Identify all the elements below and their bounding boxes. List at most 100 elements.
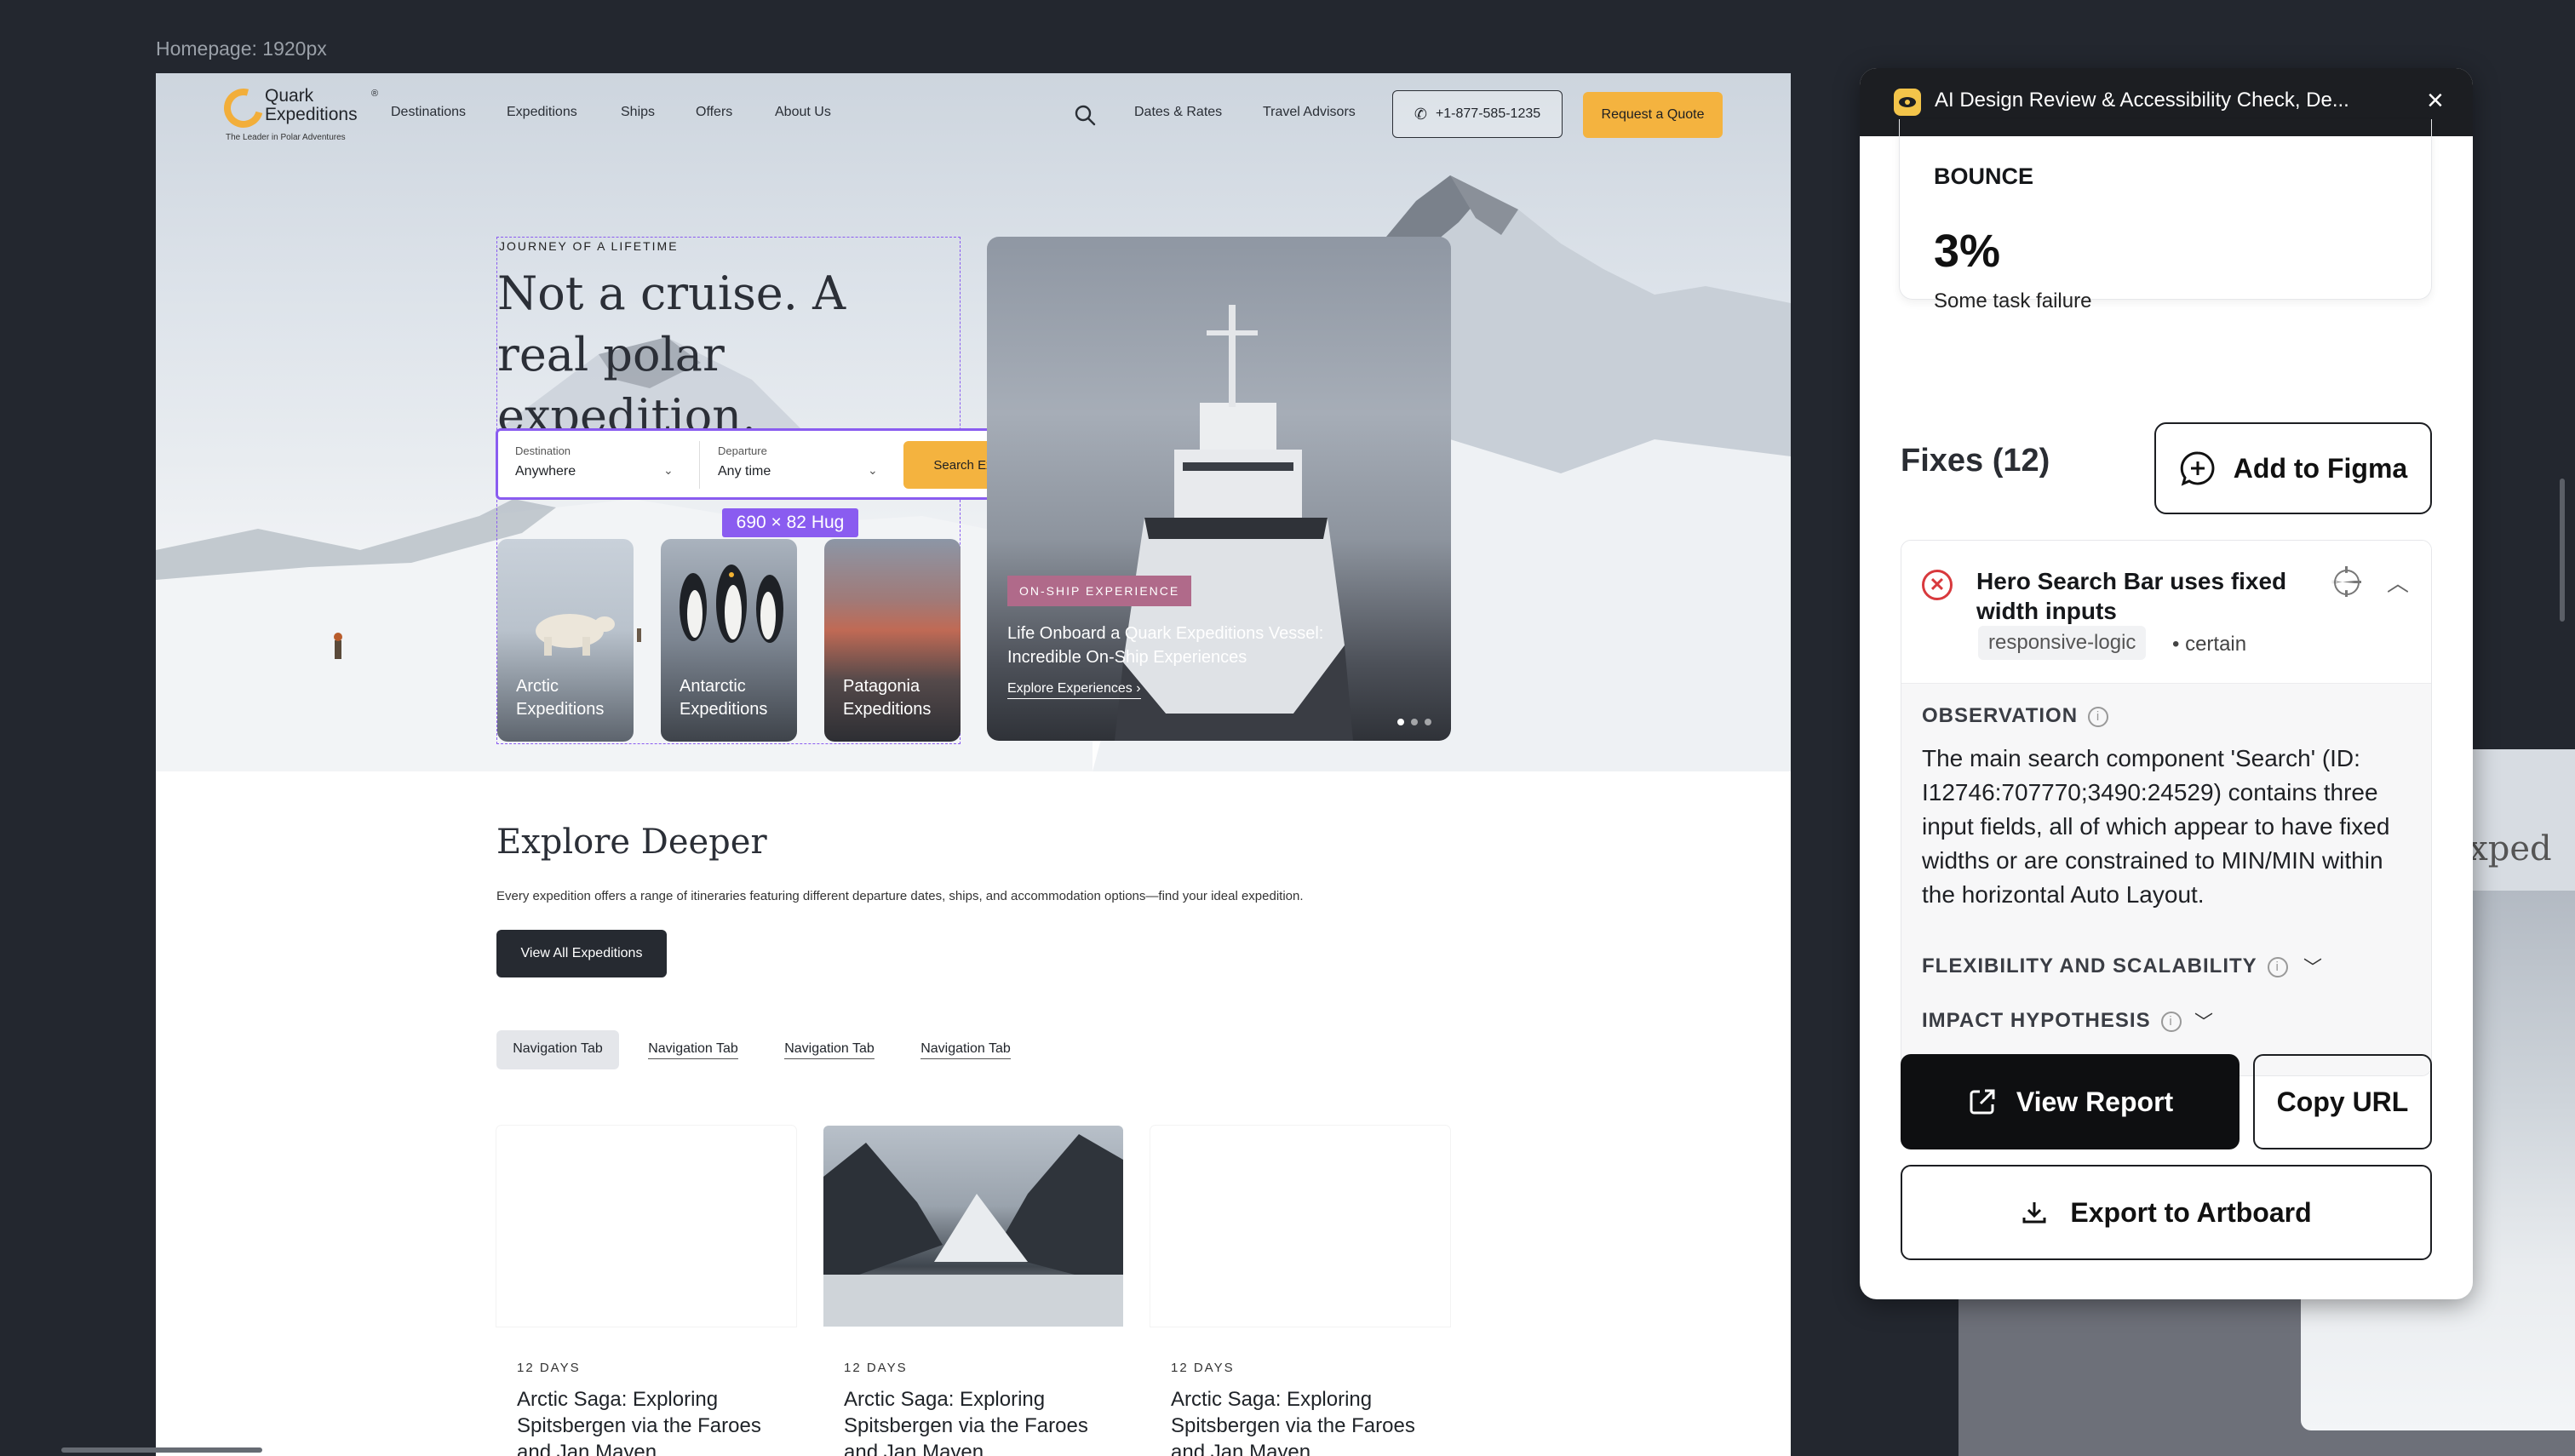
view-report-button[interactable]: View Report bbox=[1901, 1054, 2240, 1149]
carousel-dot[interactable] bbox=[1425, 719, 1431, 725]
explore-title: Explore Deeper bbox=[496, 823, 767, 862]
polar-bear-image bbox=[536, 614, 615, 656]
destination-card-patagonia[interactable]: Patagonia Expeditions bbox=[824, 539, 961, 742]
hero-content-selection: JOURNEY OF A LIFETIME Not a cruise. A re… bbox=[496, 237, 1083, 744]
observation-text: The main search component 'Search' (ID: … bbox=[1922, 745, 2390, 908]
tab-label: Navigation Tab bbox=[920, 1041, 1011, 1059]
panel-title: AI Design Review & Accessibility Check, … bbox=[1935, 89, 2349, 112]
chevron-down-icon[interactable]: ⌄ bbox=[663, 463, 674, 478]
certainty-value: certain bbox=[2185, 633, 2247, 656]
trip-title: Arctic Saga: Exploring Spitsbergen via t… bbox=[844, 1388, 1088, 1456]
add-comment-icon bbox=[2180, 451, 2215, 486]
carousel-dot[interactable] bbox=[1411, 719, 1418, 725]
trip-duration: 12 DAYS bbox=[1171, 1361, 1235, 1375]
copy-url-button[interactable]: Copy URL bbox=[2253, 1054, 2432, 1149]
info-icon[interactable]: i bbox=[2088, 707, 2109, 727]
issue-certainty: • certain bbox=[2172, 633, 2246, 656]
trip-card[interactable]: 12 DAYS Arctic Saga: Exploring Spitsberg… bbox=[1150, 1126, 1450, 1456]
tab-navigation-4[interactable]: Navigation Tab bbox=[910, 1030, 1021, 1069]
site-header: Quark Expeditions ® The Leader in Polar … bbox=[156, 73, 1791, 167]
field-divider bbox=[699, 441, 700, 489]
destination-label: Patagonia Expeditions bbox=[843, 677, 932, 719]
tab-label: Navigation Tab bbox=[513, 1041, 603, 1056]
eye-icon bbox=[1894, 89, 1921, 116]
chevron-up-icon[interactable]: ︿ bbox=[2387, 566, 2409, 598]
hero-eyebrow: JOURNEY OF A LIFETIME bbox=[499, 239, 679, 253]
destination-label: Destination bbox=[515, 444, 571, 457]
trip-title: Arctic Saga: Exploring Spitsbergen via t… bbox=[1171, 1388, 1415, 1456]
nav-expeditions[interactable]: Expeditions bbox=[507, 105, 577, 120]
feature-card[interactable]: ON-SHIP EXPERIENCE Life Onboard a Quark … bbox=[987, 237, 1451, 741]
vertical-scrollbar[interactable] bbox=[2560, 479, 2565, 622]
lake-mountains-image bbox=[823, 1134, 1123, 1327]
tab-label: Navigation Tab bbox=[648, 1041, 738, 1059]
observation-heading: OBSERVATION i bbox=[1922, 704, 2109, 728]
logo-registered-mark: ® bbox=[371, 89, 379, 99]
metric-value: 3% bbox=[1934, 226, 2001, 277]
flexibility-heading[interactable]: FLEXIBILITY AND SCALABILITY i bbox=[1922, 954, 2288, 978]
nav-destinations[interactable]: Destinations bbox=[391, 105, 466, 120]
close-icon[interactable]: × bbox=[2427, 83, 2444, 118]
view-report-label: View Report bbox=[2016, 1086, 2174, 1117]
hero-background-mountains bbox=[156, 175, 1791, 771]
destination-card-antarctic[interactable]: Antarctic Expeditions bbox=[661, 539, 797, 742]
trip-title: Arctic Saga: Exploring Spitsbergen via t… bbox=[517, 1388, 761, 1456]
departure-label: Departure bbox=[718, 444, 767, 457]
download-icon bbox=[2022, 1202, 2046, 1224]
horizontal-scrollbar[interactable] bbox=[61, 1447, 262, 1453]
export-label: Export to Artboard bbox=[2070, 1196, 2312, 1228]
logo-mark-icon bbox=[216, 81, 271, 135]
chevron-right-icon: › bbox=[1136, 681, 1141, 696]
hero-section: Quark Expeditions ® The Leader in Polar … bbox=[156, 73, 1791, 771]
nav-offers[interactable]: Offers bbox=[696, 105, 732, 120]
trip-card[interactable]: 12 DAYS Arctic Saga: Exploring Spitsberg… bbox=[496, 1126, 796, 1456]
issue-body: OBSERVATION i The main search component '… bbox=[1901, 684, 2431, 1075]
departure-select[interactable]: Departure Any time bbox=[718, 444, 771, 479]
locate-target-icon[interactable] bbox=[2334, 570, 2360, 595]
trip-card[interactable]: 12 DAYS Arctic Saga: Exploring Spitsberg… bbox=[823, 1126, 1123, 1456]
nav-ships[interactable]: Ships bbox=[621, 105, 655, 120]
metric-subtext: Some task failure bbox=[1934, 289, 2092, 312]
homepage-frame: Quark Expeditions ® The Leader in Polar … bbox=[156, 73, 1791, 1456]
search-icon[interactable] bbox=[1074, 104, 1096, 126]
carousel-dot-active[interactable] bbox=[1397, 719, 1404, 725]
trip-duration: 12 DAYS bbox=[844, 1361, 908, 1375]
request-quote-button[interactable]: Request a Quote bbox=[1583, 92, 1723, 138]
add-to-figma-label: Add to Figma bbox=[2233, 452, 2408, 484]
destination-card-arctic[interactable]: Arctic Expeditions bbox=[497, 539, 634, 742]
phone-button[interactable]: ✆ +1-877-585-1235 bbox=[1392, 90, 1563, 138]
view-all-expeditions-button[interactable]: View All Expeditions bbox=[496, 930, 667, 977]
departure-value: Any time bbox=[718, 464, 771, 479]
fixes-title: Fixes (12) bbox=[1901, 443, 2050, 479]
impact-heading[interactable]: IMPACT HYPOTHESIS i bbox=[1922, 1009, 2182, 1033]
dimension-badge: 690 × 82 Hug bbox=[722, 508, 858, 537]
phone-number: +1-877-585-1235 bbox=[1435, 106, 1541, 121]
tab-navigation-3[interactable]: Navigation Tab bbox=[774, 1030, 885, 1069]
info-icon[interactable]: i bbox=[2267, 957, 2288, 977]
tab-navigation-1[interactable]: Navigation Tab bbox=[496, 1030, 619, 1069]
bounce-metric-card: BOUNCE 3% Some task failure bbox=[1899, 119, 2432, 312]
chevron-down-icon[interactable]: ﹀ bbox=[2194, 1007, 2213, 1035]
destination-select[interactable]: Destination Anywhere bbox=[515, 444, 576, 479]
flexibility-label: FLEXIBILITY AND SCALABILITY bbox=[1922, 954, 2257, 977]
issue-title: Hero Search Bar uses fixed width inputs bbox=[1976, 568, 2287, 624]
destination-label: Antarctic Expeditions bbox=[680, 677, 768, 719]
on-ship-badge: ON-SHIP EXPERIENCE bbox=[1007, 576, 1192, 606]
nav-dates-rates[interactable]: Dates & Rates bbox=[1134, 105, 1222, 120]
chevron-down-icon[interactable]: ⌄ bbox=[868, 463, 878, 478]
add-to-figma-button[interactable]: Add to Figma bbox=[2154, 422, 2432, 514]
info-icon[interactable]: i bbox=[2160, 1012, 2182, 1032]
logo-tagline: The Leader in Polar Adventures bbox=[226, 133, 346, 142]
phone-icon: ✆ bbox=[1414, 105, 1427, 123]
tab-navigation-2[interactable]: Navigation Tab bbox=[638, 1030, 748, 1069]
destination-label: Arctic Expeditions bbox=[516, 677, 605, 719]
nav-travel-advisors[interactable]: Travel Advisors bbox=[1263, 105, 1356, 120]
chevron-down-icon[interactable]: ﹀ bbox=[2303, 953, 2322, 980]
error-icon: ✕ bbox=[1922, 570, 1953, 600]
issue-header[interactable]: ✕ Hero Search Bar uses fixed width input… bbox=[1901, 541, 2431, 684]
trip-image-placeholder bbox=[496, 1126, 796, 1327]
export-to-artboard-button[interactable]: Export to Artboard bbox=[1901, 1165, 2432, 1260]
nav-about-us[interactable]: About Us bbox=[775, 105, 831, 120]
frame-label: Homepage: 1920px bbox=[156, 37, 327, 60]
explore-experiences-link[interactable]: Explore Experiences › bbox=[1007, 681, 1141, 699]
